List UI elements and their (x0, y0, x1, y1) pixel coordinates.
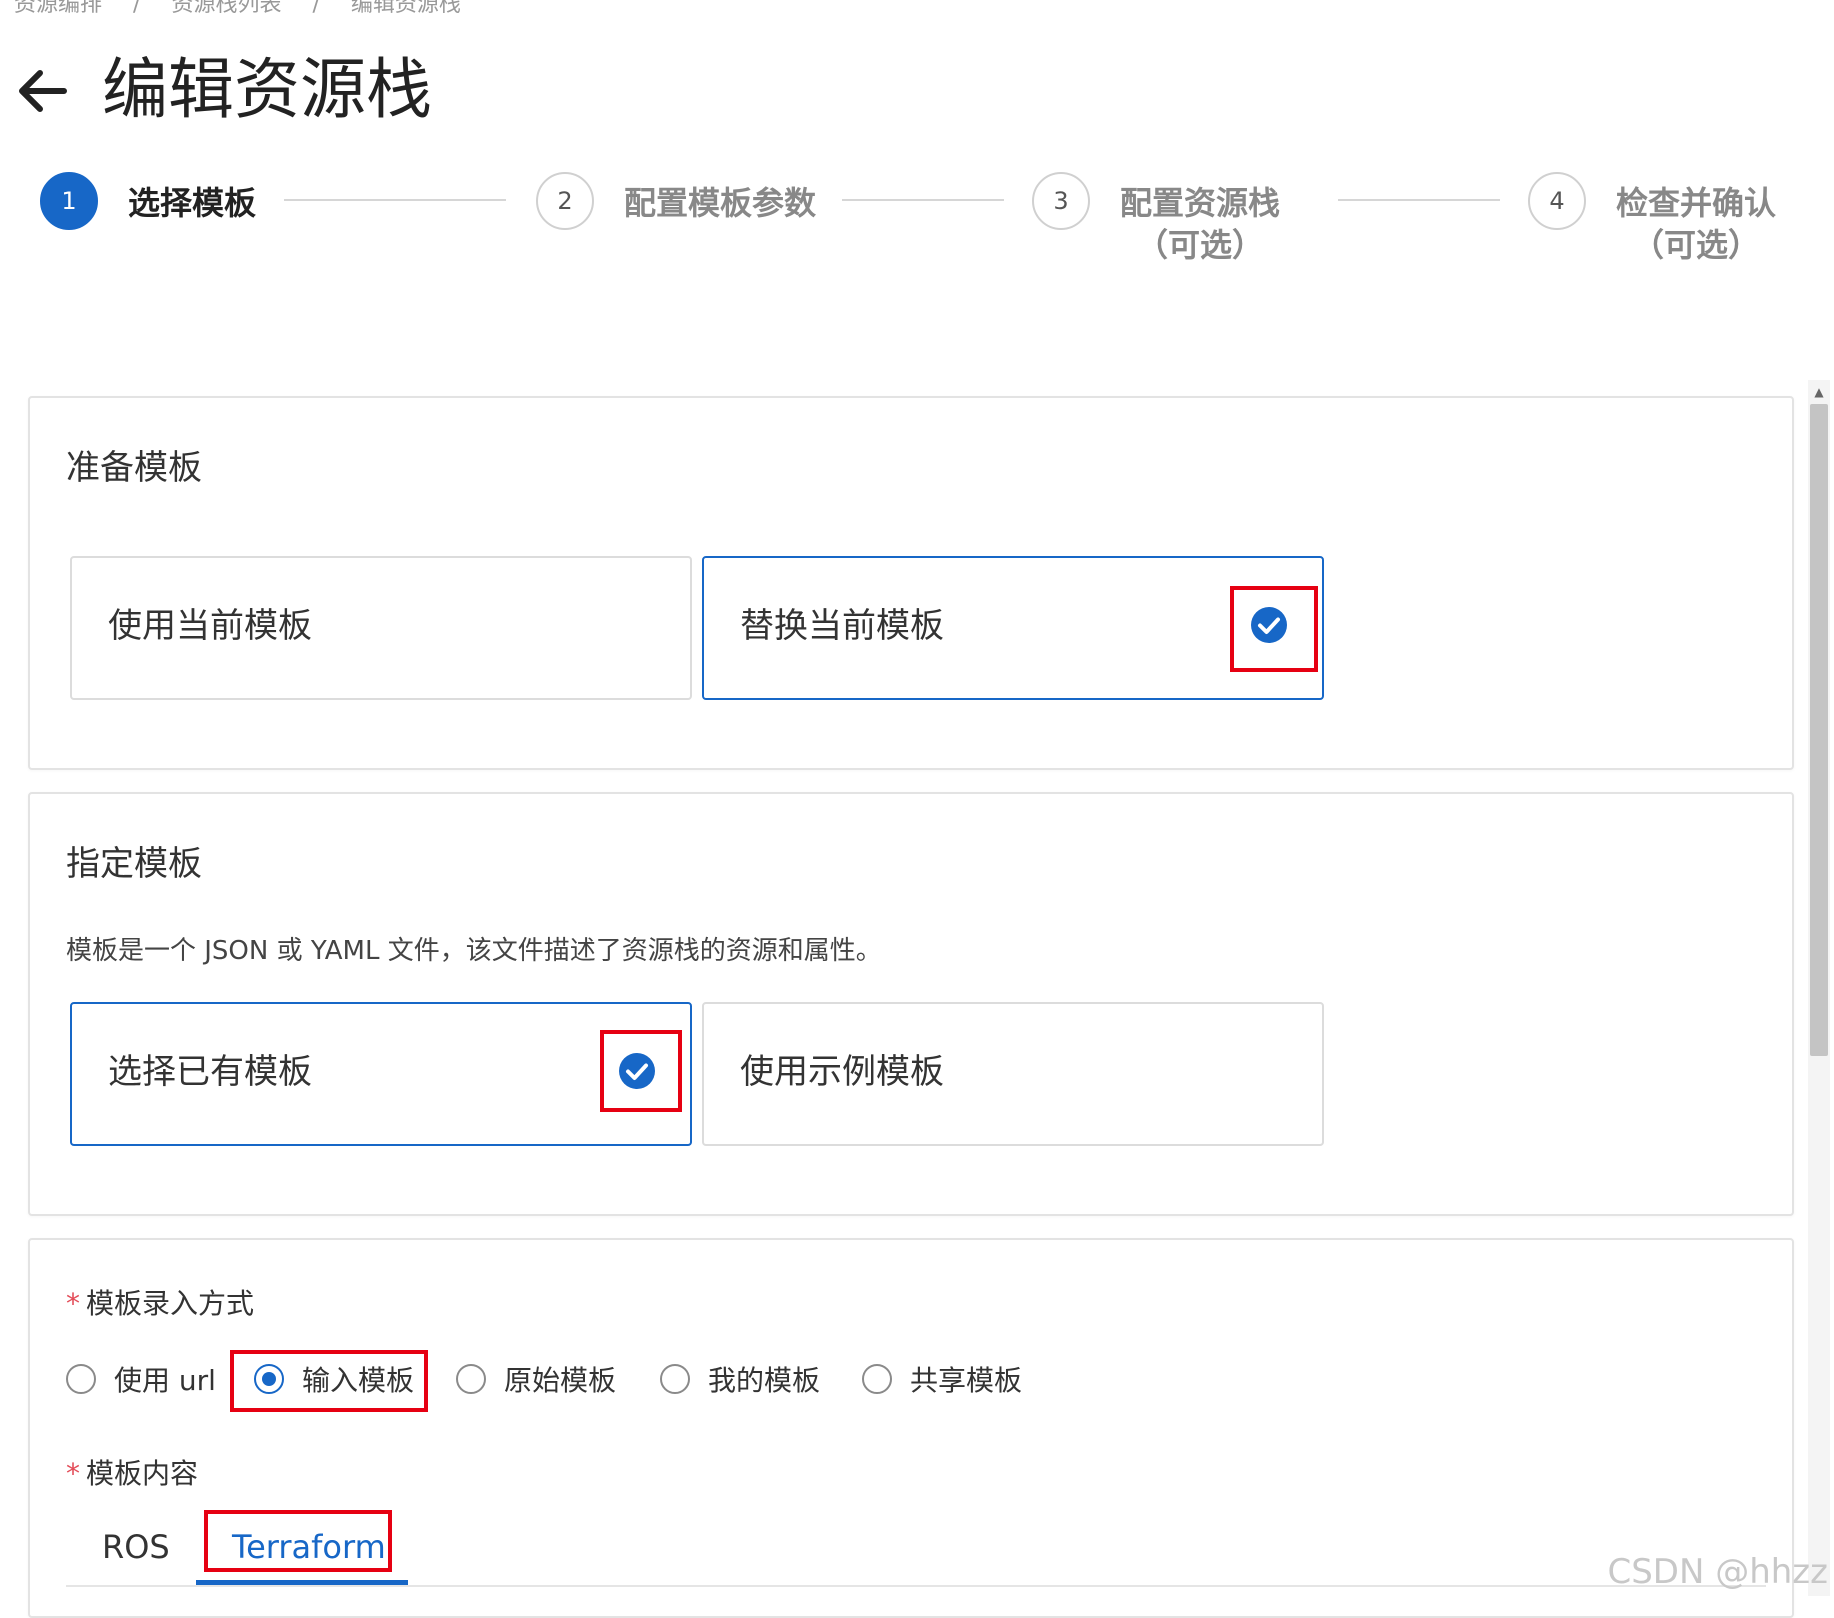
tabs-divider (66, 1585, 1766, 1587)
card-label: 选择已有模板 (108, 1052, 312, 1092)
radio-selected-icon[interactable] (254, 1364, 284, 1394)
step-connector (842, 199, 1004, 201)
specify-template-title: 指定模板 (66, 844, 202, 884)
radio-label: 我的模板 (708, 1364, 821, 1397)
template-input-method-text: 模板录入方式 (86, 1287, 255, 1320)
template-input-method-label: * 模板录入方式 (66, 1282, 254, 1322)
watermark: CSDN @hhzz (1607, 1552, 1828, 1592)
breadcrumb-item: 编辑资源栈 (350, 0, 461, 17)
radio-circle-icon[interactable] (456, 1364, 486, 1394)
step-connector (1338, 199, 1500, 201)
select-existing-template-card[interactable]: 选择已有模板 (70, 1002, 692, 1146)
step-3-label-line2: （可选） (1135, 226, 1264, 264)
prepare-template-title: 准备模板 (66, 448, 202, 488)
card-label: 使用示例模板 (740, 1052, 944, 1092)
step-connector (284, 199, 506, 201)
breadcrumb-separator: / (133, 0, 141, 17)
checkmark-circle-icon (619, 1053, 655, 1089)
radio-use-url[interactable]: 使用 url (66, 1357, 216, 1401)
use-sample-template-card[interactable]: 使用示例模板 (702, 1002, 1324, 1146)
step-1-circle: 1 (40, 172, 98, 230)
card-label: 替换当前模板 (740, 606, 944, 646)
use-current-template-card[interactable]: 使用当前模板 (70, 556, 692, 700)
checkmark-circle-icon (1251, 607, 1287, 643)
breadcrumb-separator: / (312, 0, 320, 17)
template-content-label: * 模板内容 (66, 1452, 198, 1492)
page-title: 编辑资源栈 (102, 51, 432, 128)
required-asterisk: * (66, 1287, 80, 1320)
tab-terraform[interactable]: Terraform (232, 1528, 386, 1566)
radio-my-templates[interactable]: 我的模板 (660, 1357, 820, 1401)
radio-label: 输入模板 (302, 1364, 415, 1397)
step-4-label: 检查并确认 （可选） (1614, 182, 1778, 266)
required-asterisk: * (66, 1457, 80, 1490)
radio-circle-icon[interactable] (862, 1364, 892, 1394)
replace-current-template-card[interactable]: 替换当前模板 (702, 556, 1324, 700)
tab-ros[interactable]: ROS (102, 1528, 170, 1566)
card-label: 使用当前模板 (108, 606, 312, 646)
step-2-label: 配置模板参数 (624, 184, 817, 222)
breadcrumb-item[interactable]: 资源栈列表 (171, 0, 281, 17)
step-4-circle: 4 (1528, 172, 1586, 230)
step-4-label-line1: 检查并确认 (1615, 184, 1776, 222)
step-3-label-line1: 配置资源栈 (1119, 184, 1280, 222)
radio-circle-icon[interactable] (66, 1364, 96, 1394)
scrollbar-thumb[interactable] (1810, 404, 1828, 1056)
template-content-text: 模板内容 (86, 1457, 199, 1490)
radio-circle-icon[interactable] (660, 1364, 690, 1394)
specify-template-description: 模板是一个 JSON 或 YAML 文件，该文件描述了资源栈的资源和属性。 (66, 936, 882, 966)
radio-shared-templates[interactable]: 共享模板 (862, 1357, 1022, 1401)
active-tab-indicator (196, 1580, 408, 1585)
radio-original-template[interactable]: 原始模板 (456, 1357, 616, 1401)
step-1-label: 选择模板 (128, 184, 257, 222)
back-arrow-icon[interactable] (12, 62, 70, 120)
step-3-label: 配置资源栈 （可选） (1118, 182, 1282, 266)
radio-label: 共享模板 (910, 1364, 1023, 1397)
breadcrumb: 资源编排 / 资源栈列表 / 编辑资源栈 (14, 0, 485, 18)
step-2-circle: 2 (536, 172, 594, 230)
step-4-label-line2: （可选） (1631, 226, 1760, 264)
radio-label: 使用 url (114, 1364, 216, 1397)
step-3-circle: 3 (1032, 172, 1090, 230)
radio-label: 原始模板 (504, 1364, 617, 1397)
radio-input-template[interactable]: 输入模板 (254, 1357, 414, 1401)
scroll-up-arrow-icon[interactable]: ▲ (1810, 384, 1828, 400)
breadcrumb-item[interactable]: 资源编排 (14, 0, 102, 17)
